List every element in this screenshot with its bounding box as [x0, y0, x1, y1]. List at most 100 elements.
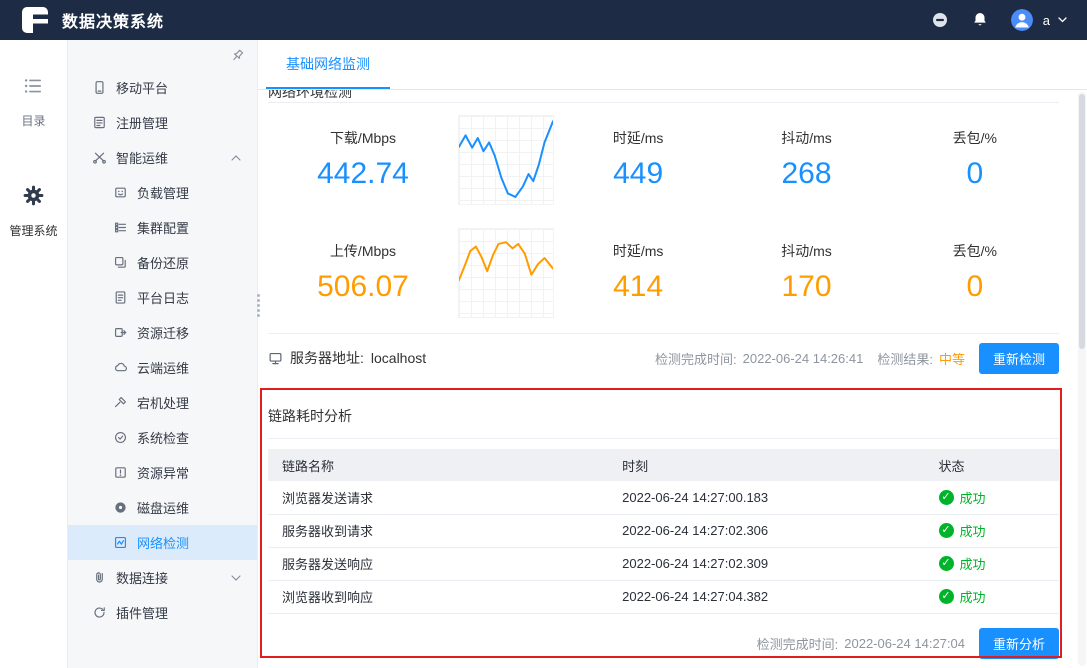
check-circle-icon — [114, 431, 127, 444]
sidebar-item-registration[interactable]: 注册管理 — [68, 105, 257, 140]
scissors-icon — [93, 152, 106, 164]
table-row: 服务器发送响应 2022-06-24 14:27:02.309 ✓ 成功 — [268, 547, 1059, 581]
content-area[interactable]: 网络环境检测 下载/Mbps 442.74 时延/ms 449 抖动/ms 26… — [258, 90, 1087, 668]
table-row: 服务器收到请求 2022-06-24 14:27:02.306 ✓ 成功 — [268, 514, 1059, 548]
jitter-value: 268 — [781, 157, 832, 190]
rail-item-admin-system[interactable]: 管理系统 — [9, 185, 58, 239]
reanalyze-button[interactable]: 重新分析 — [978, 627, 1059, 659]
refresh-icon — [94, 607, 105, 618]
loss-label: 丢包/% — [952, 130, 997, 146]
upload-value: 506.07 — [317, 270, 409, 303]
detect-result-value: 中等 — [938, 351, 965, 367]
chevron-down-icon[interactable] — [1058, 17, 1067, 23]
network-chart-icon — [114, 536, 127, 549]
sidebar-item-label: 磁盘运维 — [137, 501, 190, 516]
jitter-label: 抖动/ms — [781, 130, 832, 146]
sidebar-item-label: 备份还原 — [137, 256, 190, 271]
tab-basic-network-monitor[interactable]: 基础网络监测 — [266, 40, 390, 89]
sidebar-item-resource-migration[interactable]: 资源迁移 — [68, 315, 257, 350]
minus-circle-icon[interactable] — [931, 11, 949, 29]
jitter-value: 170 — [781, 270, 832, 303]
cell-time: 2022-06-24 14:27:02.309 — [608, 547, 925, 581]
sidebar-item-label: 云端运维 — [137, 361, 190, 376]
sidebar-item-smart-ops[interactable]: 智能运维 — [68, 140, 257, 175]
pin-icon[interactable] — [230, 48, 245, 63]
success-check-icon: ✓ — [938, 489, 954, 505]
cell-time: 2022-06-24 14:27:02.306 — [608, 514, 925, 548]
success-check-icon: ✓ — [938, 523, 954, 538]
sidebar-item-disk-ops[interactable]: 磁盘运维 — [68, 490, 257, 525]
delay-label: 时延/ms — [612, 243, 664, 259]
cell-time: 2022-06-24 14:27:00.183 — [608, 481, 925, 515]
main-panel: 基础网络监测 网络环境检测 下载/Mbps 442.74 时延/ms 449 抖… — [256, 40, 1087, 668]
cloud-icon — [115, 362, 127, 372]
sidebar-item-label: 资源异常 — [137, 466, 190, 481]
scrollbar-thumb[interactable] — [1079, 94, 1085, 349]
sidebar-item-mobile-platform[interactable]: 移动平台 — [68, 70, 257, 105]
header-time: 时刻 — [608, 449, 925, 481]
upload-stat-row: 上传/Mbps 506.07 时延/ms 414 抖动/ms 170 丢包/% … — [268, 216, 1059, 329]
sidebar-item-label: 数据连接 — [116, 571, 169, 586]
sidebar-splitter-handle[interactable] — [254, 292, 262, 318]
sidebar-item-plugin-management[interactable]: 插件管理 — [68, 595, 257, 630]
mobile-icon — [95, 81, 104, 94]
status-badge: ✓ 成功 — [938, 554, 1045, 573]
icon-rail: 目录 管理系统 — [0, 40, 68, 668]
delay-value: 414 — [613, 270, 664, 303]
server-address-label: 服务器地址: — [290, 350, 364, 366]
sidebar-item-label: 插件管理 — [116, 606, 169, 621]
bell-icon[interactable] — [971, 11, 989, 29]
rail-item-label: 目录 — [21, 114, 46, 128]
tab-bar: 基础网络监测 — [258, 40, 1087, 90]
jitter-label: 抖动/ms — [781, 243, 832, 259]
table-row: 浏览器发送请求 2022-06-24 14:27:00.183 ✓ 成功 — [268, 481, 1059, 515]
download-sparkline-chart — [458, 114, 554, 205]
upload-label: 上传/Mbps — [329, 243, 397, 259]
sidebar-item-cloud-ops[interactable]: 云端运维 — [68, 350, 257, 385]
username[interactable]: a — [1043, 13, 1050, 28]
sidebar-item-label: 系统检查 — [137, 431, 190, 446]
gear-icon — [23, 185, 44, 206]
sidebar-item-load-management[interactable]: 负载管理 — [68, 175, 257, 210]
vertical-scrollbar — [1078, 92, 1086, 666]
disk-icon — [115, 502, 126, 513]
sidebar-item-label: 注册管理 — [116, 116, 169, 131]
rail-item-catalog[interactable]: 目录 — [21, 76, 46, 129]
document-icon — [115, 291, 126, 304]
tab-label: 基础网络监测 — [286, 55, 370, 72]
redetect-button[interactable]: 重新检测 — [978, 342, 1059, 374]
sidebar-item-label: 集群配置 — [137, 221, 190, 236]
header-link-name: 链路名称 — [268, 449, 609, 481]
sidebar-item-network-detection[interactable]: 网络检测 — [68, 525, 257, 560]
loss-label: 丢包/% — [952, 243, 997, 259]
paperclip-icon — [96, 572, 103, 583]
app-logo[interactable] — [22, 7, 48, 33]
detect-finish-label: 检测完成时间: — [655, 351, 737, 367]
analysis-finish-label: 检测完成时间: — [756, 636, 839, 652]
cell-link-name: 浏览器收到响应 — [268, 580, 609, 614]
sidebar-item-crash-handling[interactable]: 宕机处理 — [68, 385, 257, 420]
sidebar-item-label: 资源迁移 — [137, 326, 190, 341]
sidebar-item-platform-logs[interactable]: 平台日志 — [68, 280, 257, 315]
sidebar-item-cluster-config[interactable]: 集群配置 — [68, 210, 257, 245]
delay-value: 449 — [613, 157, 664, 190]
detect-finish-time: 2022-06-24 14:26:41 — [742, 350, 864, 366]
link-section-title: 链路耗时分析 — [268, 408, 352, 424]
status-badge: ✓ 成功 — [938, 587, 1045, 606]
header-status: 状态 — [924, 449, 1059, 481]
sidebar-item-resource-abnormal[interactable]: 资源异常 — [68, 455, 257, 490]
user-avatar[interactable] — [1010, 9, 1033, 31]
sidebar-item-data-connection[interactable]: 数据连接 — [68, 560, 257, 595]
link-latency-table: 链路名称 时刻 状态 浏览器发送请求 2022-06-24 14:27:00.1… — [268, 449, 1059, 614]
sidebar-item-system-check[interactable]: 系统检查 — [68, 420, 257, 455]
cell-link-name: 服务器发送响应 — [268, 547, 609, 581]
sidebar-menu: 移动平台 注册管理 智能运维 负载管理 集群配置 备份还原 平台日志 资源迁移 … — [68, 40, 258, 668]
cell-link-name: 浏览器发送请求 — [268, 481, 609, 515]
table-row: 浏览器收到响应 2022-06-24 14:27:04.382 ✓ 成功 — [268, 580, 1059, 614]
sidebar-item-label: 平台日志 — [137, 291, 190, 306]
rail-item-label: 管理系统 — [9, 224, 58, 238]
sidebar-item-backup-restore[interactable]: 备份还原 — [68, 245, 257, 280]
export-arrow-icon — [114, 328, 127, 337]
alert-box-icon — [115, 467, 126, 478]
sidebar-item-label: 移动平台 — [116, 81, 169, 96]
